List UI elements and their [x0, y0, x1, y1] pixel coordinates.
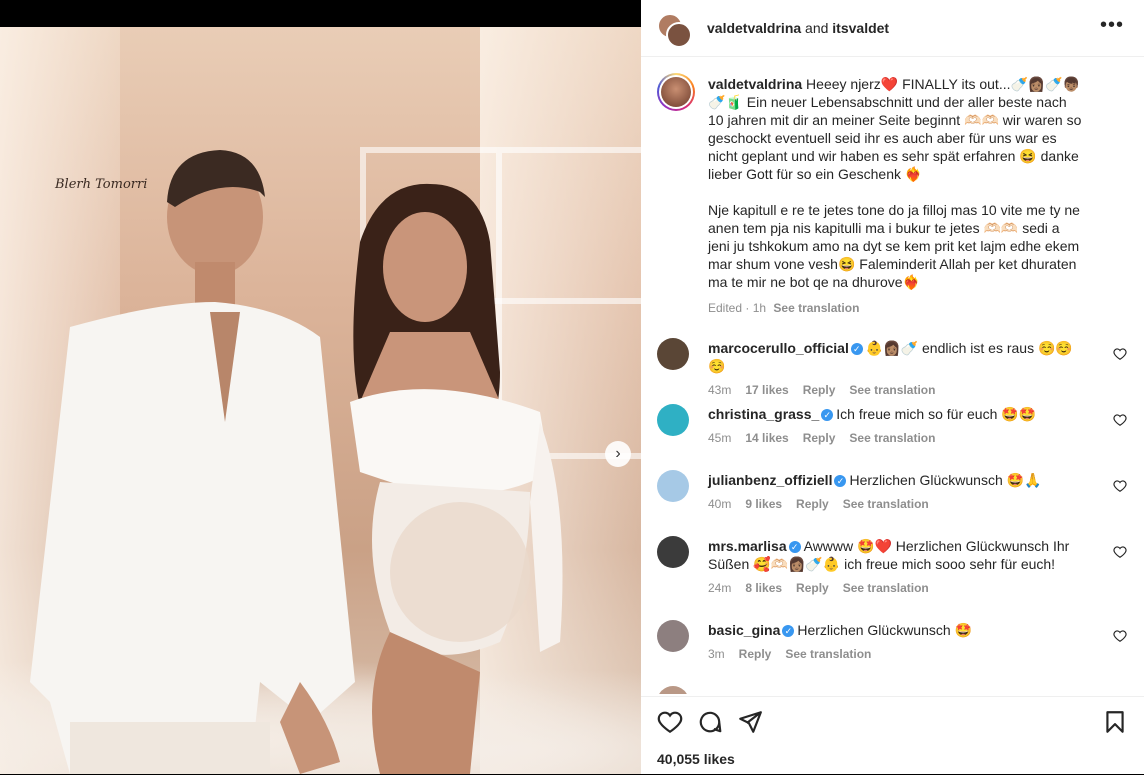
- verified-badge-icon: ✓: [834, 475, 847, 487]
- post-author-title: valdetvaldrina and itsvaldet: [707, 20, 889, 36]
- comment-likes[interactable]: 14 likes: [745, 431, 788, 445]
- post-actions: 40,055 likes: [641, 696, 1144, 775]
- comment-text: Ich freue mich so für euch 🤩🤩: [836, 406, 1037, 422]
- avatar[interactable]: [657, 470, 689, 502]
- avatar[interactable]: [657, 338, 689, 370]
- author-username-1[interactable]: valdetvaldrina: [707, 20, 801, 36]
- comments-list[interactable]: valdetvaldrina Heeey njerz❤️ FINALLY its…: [641, 57, 1144, 694]
- avatar[interactable]: [657, 536, 689, 568]
- heart-icon[interactable]: [657, 709, 683, 735]
- comment-time: 40m: [708, 497, 732, 511]
- bookmark-icon[interactable]: [1102, 709, 1128, 735]
- comment-heart-icon[interactable]: [1113, 479, 1127, 493]
- comment-heart-icon[interactable]: [1113, 347, 1127, 361]
- send-icon[interactable]: [737, 709, 763, 735]
- see-translation-button[interactable]: See translation: [843, 497, 929, 511]
- comment-heart-icon[interactable]: [1113, 629, 1127, 643]
- comment-time: 24m: [708, 581, 732, 595]
- verified-badge-icon: ✓: [782, 625, 795, 637]
- likes-count[interactable]: 40,055 likes: [657, 751, 735, 767]
- reply-button[interactable]: Reply: [796, 581, 829, 595]
- author-conjunction: and: [801, 20, 833, 36]
- see-translation-button[interactable]: See translation: [849, 383, 935, 397]
- avatar[interactable]: [657, 686, 689, 694]
- avatar[interactable]: [657, 404, 689, 436]
- story-ring-avatar[interactable]: [657, 73, 695, 111]
- see-translation-button[interactable]: See translation: [843, 581, 929, 595]
- comment-username[interactable]: christina_grass_: [708, 406, 819, 422]
- post-header: valdetvaldrina and itsvaldet •••: [641, 0, 1144, 57]
- caption-see-translation[interactable]: See translation: [773, 301, 859, 315]
- comment-username[interactable]: julianbenz_offiziell: [708, 472, 832, 488]
- comment-username[interactable]: marcocerullo_official: [708, 340, 849, 356]
- verified-badge-icon: ✓: [788, 541, 801, 553]
- comment-likes[interactable]: 9 likes: [745, 497, 782, 511]
- reply-button[interactable]: Reply: [803, 383, 836, 397]
- more-options-icon[interactable]: •••: [1100, 14, 1124, 37]
- comment-heart-icon[interactable]: [1113, 545, 1127, 559]
- reply-button[interactable]: Reply: [803, 431, 836, 445]
- post-sidebar: valdetvaldrina and itsvaldet ••• valdetv…: [641, 0, 1144, 774]
- comment-text: Herzlichen Glückwunsch 🤩: [797, 622, 972, 638]
- see-translation-button[interactable]: See translation: [785, 647, 871, 661]
- reply-button[interactable]: Reply: [796, 497, 829, 511]
- comment-icon[interactable]: [697, 709, 723, 735]
- next-photo-button[interactable]: ›: [605, 441, 631, 467]
- woman-figure: [350, 183, 563, 774]
- comment-text-line1: Awwww 🤩❤️ Herzlichen Glückwunsch Ihr: [803, 538, 1070, 554]
- post-photo[interactable]: Blerh Tomorri ›: [0, 27, 641, 774]
- comment-text-line2: Süßen 🥰🫶🏻👩🏽🍼👶 ich freue mich sooo sehr f…: [708, 556, 1056, 572]
- comment-username[interactable]: mrs.marlisa: [708, 538, 787, 554]
- caption-username[interactable]: valdetvaldrina: [708, 76, 802, 92]
- verified-badge-icon: ✓: [821, 409, 834, 421]
- comment-likes[interactable]: 8 likes: [745, 581, 782, 595]
- author-username-2[interactable]: itsvaldet: [832, 20, 889, 36]
- caption-edited: Edited · 1h: [708, 301, 767, 315]
- avatar: [661, 77, 691, 107]
- avatar[interactable]: [657, 620, 689, 652]
- comment-time: 45m: [708, 431, 732, 445]
- caption-text-al: Nje kapitull e re te jetes tone do ja fi…: [708, 202, 1080, 290]
- comment-text: Herzlichen Glückwunsch 🤩🙏: [849, 472, 1042, 488]
- comment-likes[interactable]: 17 likes: [745, 383, 788, 397]
- verified-badge-icon: ✓: [850, 343, 863, 355]
- see-translation-button[interactable]: See translation: [849, 431, 935, 445]
- comment-time: 3m: [708, 647, 725, 661]
- reply-button[interactable]: Reply: [739, 647, 772, 661]
- comment-heart-icon[interactable]: [1113, 413, 1127, 427]
- comment-time: 43m: [708, 383, 732, 397]
- top-black-bar: [0, 0, 641, 27]
- comment-username[interactable]: basic_gina: [708, 622, 780, 638]
- collab-avatars[interactable]: [657, 13, 692, 48]
